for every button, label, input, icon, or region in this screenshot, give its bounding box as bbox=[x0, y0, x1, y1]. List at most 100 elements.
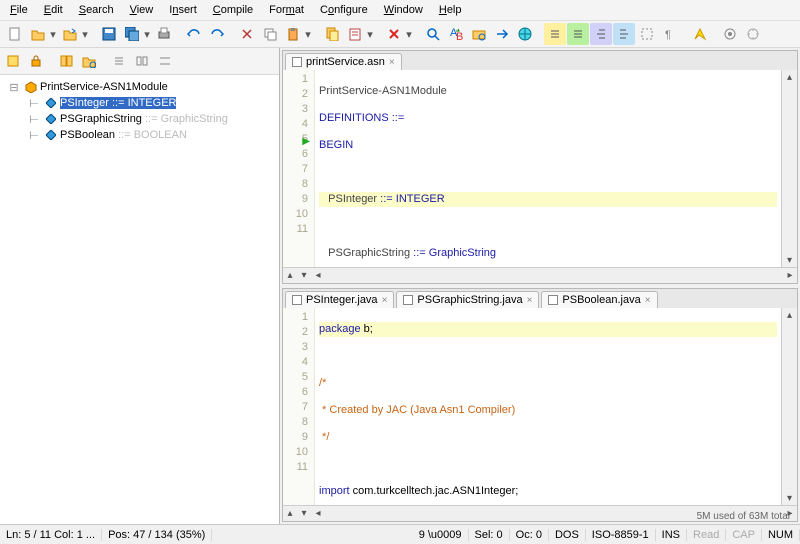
status-char: 9 \u0009 bbox=[413, 529, 469, 541]
open-button[interactable] bbox=[27, 23, 49, 45]
browse-button[interactable] bbox=[514, 23, 536, 45]
status-insert: INS bbox=[656, 529, 687, 541]
whitespace-button[interactable]: ¶ bbox=[659, 23, 681, 45]
highlight2-button[interactable] bbox=[567, 23, 589, 45]
delete-button[interactable] bbox=[383, 23, 405, 45]
status-linecol: Ln: 5 / 11 Col: 1 ... bbox=[0, 529, 102, 541]
status-sel: Sel: 0 bbox=[469, 529, 510, 541]
svg-text:¶: ¶ bbox=[665, 29, 671, 41]
tab-psgraphicstring-java[interactable]: PSGraphicString.java× bbox=[396, 291, 539, 308]
tree-item-label: PSGraphicString bbox=[60, 113, 142, 125]
document-icon bbox=[403, 295, 413, 305]
print-button[interactable] bbox=[153, 23, 175, 45]
document-icon bbox=[292, 57, 302, 67]
settings-button[interactable] bbox=[719, 23, 741, 45]
memory-status: 5M used of 63M total bbox=[697, 511, 790, 522]
editor-bottom: PSInteger.java× PSGraphicString.java× PS… bbox=[282, 288, 798, 522]
copydoc-button[interactable] bbox=[321, 23, 343, 45]
mark-button[interactable] bbox=[689, 23, 711, 45]
code-area-top[interactable]: 1234 5▶ 67891011 PrintService-ASN1Module… bbox=[283, 70, 797, 267]
document-icon bbox=[548, 295, 558, 305]
gutter: 12345 67891011 bbox=[283, 308, 315, 505]
tree-item-psgraphicstring[interactable]: ⊢ PSGraphicString ::= GraphicString bbox=[2, 111, 277, 127]
type-icon bbox=[44, 96, 58, 110]
status-num: NUM bbox=[762, 529, 800, 541]
tab-psinteger-java[interactable]: PSInteger.java× bbox=[285, 291, 394, 308]
menu-search[interactable]: Search bbox=[73, 2, 120, 18]
menu-format[interactable]: Format bbox=[263, 2, 310, 18]
copy-button[interactable] bbox=[259, 23, 281, 45]
sidebar-refresh[interactable] bbox=[55, 50, 77, 72]
wrap-button[interactable] bbox=[636, 23, 658, 45]
menu-window[interactable]: Window bbox=[378, 2, 429, 18]
vscrollbar[interactable]: ▴▾ bbox=[781, 308, 797, 505]
delete-dropdown[interactable]: ▾ bbox=[404, 28, 414, 41]
sidebar-toolbar bbox=[0, 48, 279, 75]
menu-compile[interactable]: Compile bbox=[207, 2, 259, 18]
saveall-button[interactable] bbox=[121, 23, 143, 45]
paste-button[interactable] bbox=[282, 23, 304, 45]
status-pos: Pos: 47 / 134 (35%) bbox=[102, 529, 212, 541]
tree-item-psinteger[interactable]: ⊢ PSInteger ::= INTEGER bbox=[2, 95, 277, 111]
paste-dropdown[interactable]: ▾ bbox=[303, 28, 313, 41]
tree-item-psboolean[interactable]: ⊢ PSBoolean ::= BOOLEAN bbox=[2, 127, 277, 143]
close-tab-icon[interactable]: × bbox=[389, 57, 395, 68]
status-eol: DOS bbox=[549, 529, 586, 541]
sidebar-sort[interactable] bbox=[154, 50, 176, 72]
highlight1-button[interactable] bbox=[544, 23, 566, 45]
selectall-button[interactable] bbox=[344, 23, 366, 45]
settings2-button[interactable] bbox=[742, 23, 764, 45]
menu-configure[interactable]: Configure bbox=[314, 2, 374, 18]
sidebar-folder[interactable] bbox=[78, 50, 100, 72]
tree-item-label: PSInteger bbox=[60, 97, 109, 109]
close-tab-icon[interactable]: × bbox=[382, 295, 388, 306]
sidebar-highlight[interactable] bbox=[2, 50, 24, 72]
menu-file[interactable]: File bbox=[4, 2, 34, 18]
close-tab-icon[interactable]: × bbox=[645, 295, 651, 306]
findinfiles-button[interactable] bbox=[468, 23, 490, 45]
sidebar-lock[interactable] bbox=[25, 50, 47, 72]
new-button[interactable] bbox=[4, 23, 26, 45]
code-text[interactable]: PrintService-ASN1Module DEFINITIONS ::= … bbox=[315, 70, 781, 267]
undo-button[interactable] bbox=[183, 23, 205, 45]
menu-edit[interactable]: Edit bbox=[38, 2, 69, 18]
replace-button[interactable]: AB bbox=[445, 23, 467, 45]
redo-button[interactable] bbox=[206, 23, 228, 45]
sidebar-list[interactable] bbox=[108, 50, 130, 72]
type-icon bbox=[44, 128, 58, 142]
code-area-bottom[interactable]: 12345 67891011 package b; /* * Created b… bbox=[283, 308, 797, 505]
cut-button[interactable] bbox=[236, 23, 258, 45]
hscrollbar-top[interactable]: ▴▾◂▸ bbox=[283, 267, 797, 283]
tree-root[interactable]: ⊟ PrintService-ASN1Module bbox=[2, 79, 277, 95]
sidebar-details[interactable] bbox=[131, 50, 153, 72]
reopen-dropdown[interactable]: ▾ bbox=[80, 28, 90, 41]
selectall-dropdown[interactable]: ▾ bbox=[365, 28, 375, 41]
code-text[interactable]: package b; /* * Created by JAC (Java Asn… bbox=[315, 308, 781, 505]
reopen-button[interactable] bbox=[59, 23, 81, 45]
tabstrip-top: printService.asn × bbox=[283, 51, 797, 70]
goto-button[interactable] bbox=[491, 23, 513, 45]
editor-top: printService.asn × 1234 5▶ 67891011 Prin… bbox=[282, 50, 798, 284]
vscrollbar[interactable]: ▴▾ bbox=[781, 70, 797, 267]
tree: ⊟ PrintService-ASN1Module ⊢ PSInteger ::… bbox=[0, 75, 279, 147]
sidebar: ⊟ PrintService-ASN1Module ⊢ PSInteger ::… bbox=[0, 48, 280, 524]
indent-left-button[interactable] bbox=[590, 23, 612, 45]
status-oc: Oc: 0 bbox=[510, 529, 549, 541]
menu-insert[interactable]: Insert bbox=[163, 2, 203, 18]
svg-text:B: B bbox=[456, 31, 463, 41]
save-button[interactable] bbox=[98, 23, 120, 45]
tree-root-label: PrintService-ASN1Module bbox=[40, 81, 168, 93]
menu-view[interactable]: View bbox=[124, 2, 160, 18]
document-icon bbox=[292, 295, 302, 305]
saveall-dropdown[interactable]: ▾ bbox=[142, 28, 152, 41]
tab-printservice-asn[interactable]: printService.asn × bbox=[285, 53, 402, 70]
open-dropdown[interactable]: ▾ bbox=[48, 28, 58, 41]
close-tab-icon[interactable]: × bbox=[527, 295, 533, 306]
indent-right-button[interactable] bbox=[613, 23, 635, 45]
status-readonly: Read bbox=[687, 529, 726, 541]
menu-help[interactable]: Help bbox=[433, 2, 468, 18]
tab-label: printService.asn bbox=[306, 56, 385, 68]
find-button[interactable] bbox=[422, 23, 444, 45]
tab-psboolean-java[interactable]: PSBoolean.java× bbox=[541, 291, 657, 308]
editors: printService.asn × 1234 5▶ 67891011 Prin… bbox=[280, 48, 800, 524]
